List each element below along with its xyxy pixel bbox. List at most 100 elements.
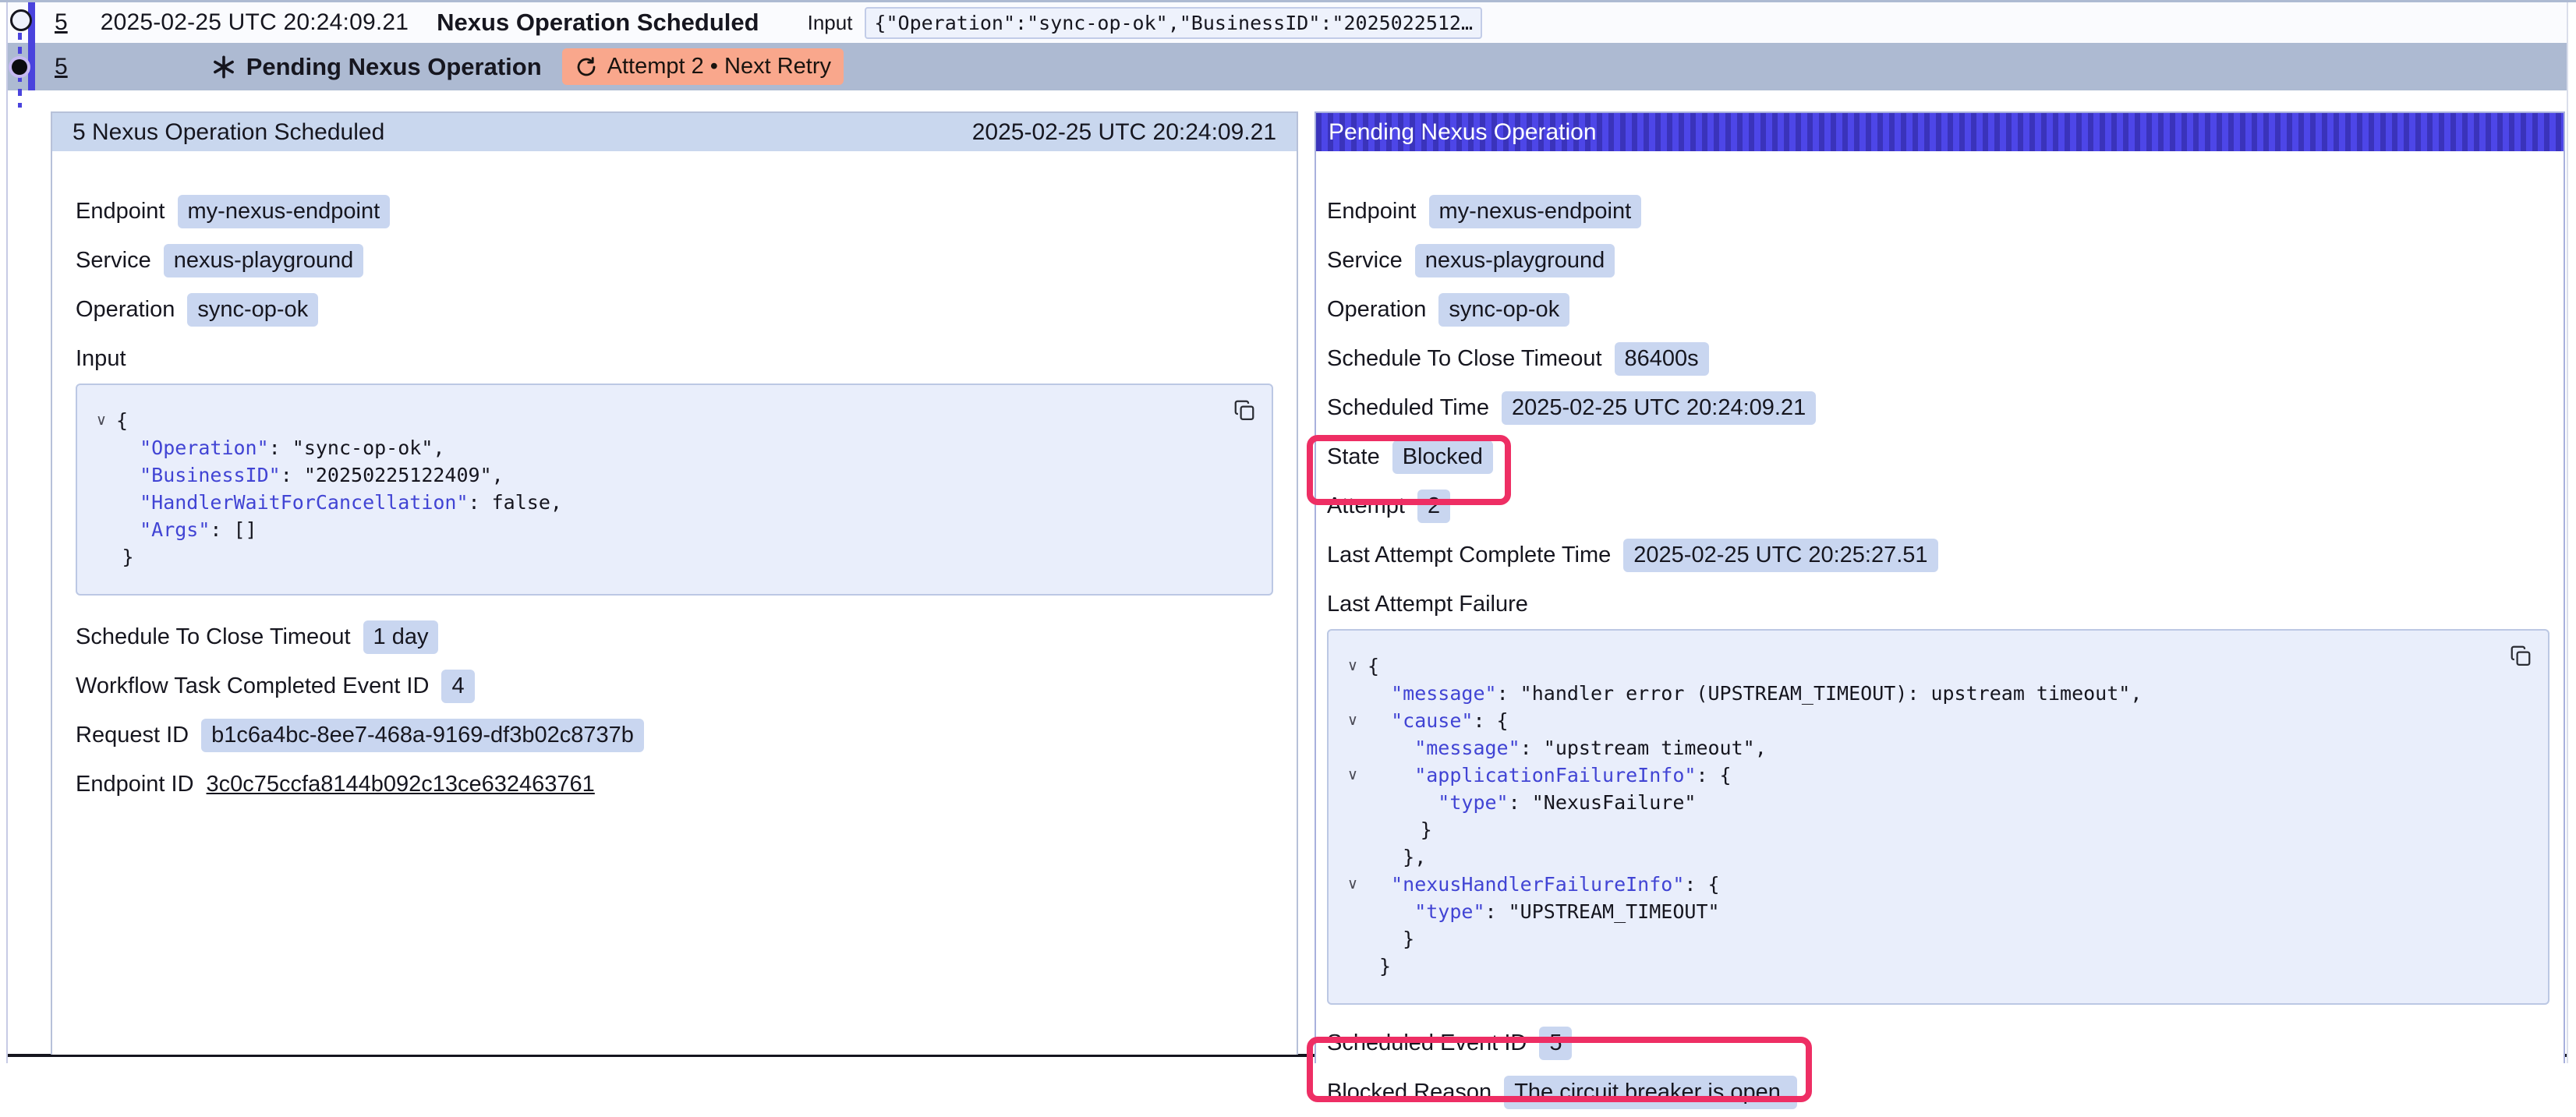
state-badge: Blocked [1392,440,1493,474]
field-value-badge: nexus-playground [1415,244,1615,277]
event-id-link[interactable]: 5 [55,9,68,36]
left-panel-header: 5 Nexus Operation Scheduled 2025-02-25 U… [52,113,1297,151]
collapse-chevron-icon[interactable]: ∨ [1338,707,1368,734]
field-label: Attempt [1327,493,1405,519]
json-line: } [1338,925,2498,953]
pending-asterisk-icon [212,55,235,79]
field-row-operation: Operation sync-op-ok [1327,285,2549,334]
chevron-gutter [87,461,116,489]
chevron-gutter [87,543,116,571]
right-panel-header-striped: Pending Nexus Operation [1316,113,2564,151]
field-row-endpoint: Endpoint my-nexus-endpoint [76,187,1273,236]
json-code: "BusinessID": "20250225122409", [116,461,504,489]
endpoint-id-link[interactable]: 3c0c75ccfa8144b092c13ce632463761 [207,772,595,797]
right-panel-title: Pending Nexus Operation [1329,119,1597,146]
json-line: } [87,543,1222,571]
field-label: Endpoint ID [76,772,194,797]
failure-json-viewer: ∨{"message": "handler error (UPSTREAM_TI… [1327,629,2549,1005]
field-label: Service [76,248,151,274]
collapse-chevron-icon[interactable]: ∨ [1338,871,1368,898]
json-line: "type": "UPSTREAM_TIMEOUT" [1338,898,2498,925]
field-value-badge: 1 day [363,620,439,654]
json-line: "message": "handler error (UPSTREAM_TIME… [1338,680,2498,707]
json-line: }, [1338,843,2498,871]
retry-status-badge: Attempt 2 • Next Retry [562,48,844,85]
collapse-chevron-icon[interactable]: ∨ [1338,762,1368,789]
field-value-badge: 2025-02-25 UTC 20:25:27.51 [1623,539,1937,572]
input-section-label: Input [76,334,1273,384]
field-row-scheduled-event-id: Scheduled Event ID 5 [1327,1019,2549,1068]
field-value-badge: 2 [1417,490,1450,523]
json-code: }, [1368,843,1426,871]
event-title: Pending Nexus Operation [246,53,542,81]
event-id-link[interactable]: 5 [55,54,68,80]
field-row-blocked-reason: Blocked Reason The circuit breaker is op… [1327,1068,2549,1117]
event-row-pending[interactable]: 5 Pending Nexus Operation Attempt 2 • Ne… [8,43,2568,90]
json-code: "HandlerWaitForCancellation": false, [116,489,562,516]
json-code: } [1368,816,1432,843]
json-line: } [1338,953,2498,980]
field-row-scheduled-time: Scheduled Time 2025-02-25 UTC 20:24:09.2… [1327,384,2549,433]
collapse-chevron-icon[interactable]: ∨ [87,407,116,434]
field-label: Endpoint [76,199,165,224]
field-label: Scheduled Time [1327,395,1489,421]
json-line: "HandlerWaitForCancellation": false, [87,489,1222,516]
retry-icon [575,55,598,79]
json-code: "Args": [] [116,516,257,543]
chevron-gutter [87,434,116,461]
left-panel-title: 5 Nexus Operation Scheduled [73,119,384,146]
field-value-badge: 5 [1539,1027,1572,1060]
field-row-state: State Blocked [1327,433,2549,482]
json-code: { [116,407,128,434]
left-panel-timestamp: 2025-02-25 UTC 20:24:09.21 [972,119,1276,146]
field-label: Blocked Reason [1327,1080,1491,1105]
json-line: ∨"cause": { [1338,707,2498,734]
json-code: "cause": { [1368,707,1509,734]
event-title: Nexus Operation Scheduled [437,9,759,37]
field-label: Operation [76,297,175,323]
chevron-gutter [1338,816,1368,843]
field-value-badge: 86400s [1615,342,1709,376]
field-row-request-id: Request ID b1c6a4bc-8ee7-468a-9169-df3b0… [76,711,1273,760]
field-value-badge: my-nexus-endpoint [1429,195,1642,228]
json-code: } [1368,925,1414,953]
chevron-gutter [1338,898,1368,925]
scrollbar-track[interactable] [2567,2,2576,1063]
field-label: Workflow Task Completed Event ID [76,673,429,699]
json-code: "type": "UPSTREAM_TIMEOUT" [1368,898,1720,925]
chevron-gutter [1338,734,1368,762]
field-value-badge: b1c6a4bc-8ee7-468a-9169-df3b02c8737b [201,719,644,752]
window-top-border [0,0,2576,2]
json-code: "type": "NexusFailure" [1368,789,1696,816]
json-line: "Operation": "sync-op-ok", [87,434,1222,461]
field-label: Endpoint [1327,199,1417,224]
copy-button[interactable] [1231,398,1258,424]
json-code: } [116,543,134,571]
field-label: Last Attempt Complete Time [1327,543,1611,568]
field-row-service: Service nexus-playground [1327,236,2549,285]
field-row-attempt: Attempt 2 [1327,482,2549,531]
left-panel-body: Endpoint my-nexus-endpoint Service nexus… [52,151,1297,809]
json-line: "type": "NexusFailure" [1338,789,2498,816]
field-row-last-attempt-complete-time: Last Attempt Complete Time 2025-02-25 UT… [1327,531,2549,580]
chevron-gutter [87,516,116,543]
field-row-wft-completed-event-id: Workflow Task Completed Event ID 4 [76,662,1273,711]
field-label: Operation [1327,297,1426,323]
json-line: "BusinessID": "20250225122409", [87,461,1222,489]
chevron-gutter [1338,953,1368,980]
collapse-chevron-icon[interactable]: ∨ [1338,652,1368,680]
field-label: Request ID [76,723,189,748]
chevron-gutter [87,489,116,516]
field-row-service: Service nexus-playground [76,236,1273,285]
json-line: ∨"applicationFailureInfo": { [1338,762,2498,789]
field-label: Service [1327,248,1403,274]
copy-button[interactable] [2507,643,2534,670]
field-row-endpoint-id: Endpoint ID 3c0c75ccfa8144b092c13ce63246… [76,760,1273,809]
right-panel-body: Endpoint my-nexus-endpoint Service nexus… [1316,151,2564,1117]
field-value-badge: sync-op-ok [1438,293,1569,327]
input-preview-badge[interactable]: {"Operation":"sync-op-ok","BusinessID":"… [865,7,1482,39]
blocked-reason-badge: The circuit breaker is open. [1504,1076,1797,1109]
field-value-badge: nexus-playground [164,244,364,277]
event-row-scheduled[interactable]: 5 2025-02-25 UTC 20:24:09.21 Nexus Opera… [8,2,2568,43]
field-row-operation: Operation sync-op-ok [76,285,1273,334]
